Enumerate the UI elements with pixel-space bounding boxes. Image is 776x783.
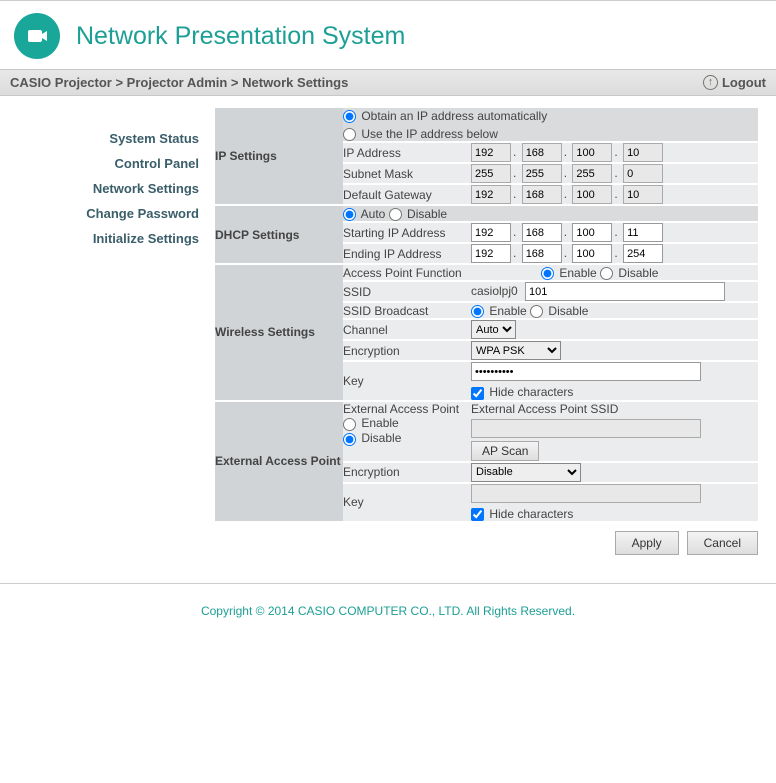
checkbox-ext-hide-chars[interactable]: Hide characters [471,507,573,521]
ip-d[interactable] [623,143,663,162]
dhcp-start-a[interactable] [471,223,511,242]
radio-ext-disable[interactable]: Disable [343,431,401,445]
subnet-c[interactable] [572,164,612,183]
radio-apf-disable[interactable]: Disable [600,266,658,280]
key-input[interactable] [471,362,701,381]
dhcp-end-d[interactable] [623,244,663,263]
ap-scan-button[interactable]: AP Scan [471,441,539,461]
ssid-input[interactable] [525,282,725,301]
sidebar: System Status Control Panel Network Sett… [0,96,215,571]
dhcp-start-d[interactable] [623,223,663,242]
gateway-b[interactable] [522,185,562,204]
label-ssid: SSID [343,281,471,302]
dhcp-end-c[interactable] [572,244,612,263]
dhcp-end-b[interactable] [522,244,562,263]
subnet-a[interactable] [471,164,511,183]
label-ap-function: Access Point Function [343,264,471,281]
radio-obtain-ip[interactable]: Obtain an IP address automatically [343,109,547,123]
dhcp-start-c[interactable] [572,223,612,242]
footer-copyright: Copyright © 2014 CASIO COMPUTER CO., LTD… [0,584,776,634]
section-ip-settings: IP Settings [215,108,343,205]
label-key: Key [343,361,471,400]
ext-ssid-input[interactable] [471,419,701,438]
label-ext-ssid: External Access Point SSID [471,402,618,416]
radio-dhcp-disable[interactable]: Disable [389,207,447,221]
sidebar-item-change-password[interactable]: Change Password [0,201,199,226]
apply-button[interactable]: Apply [615,531,679,555]
section-wireless: Wireless Settings [215,264,343,400]
label-channel: Channel [343,319,471,340]
header: Network Presentation System [0,1,776,69]
radio-ext-enable[interactable]: Enable [343,416,399,430]
dhcp-start-b[interactable] [522,223,562,242]
logout-label: Logout [722,75,766,90]
gateway-c[interactable] [572,185,612,204]
label-subnet: Subnet Mask [343,163,471,184]
label-ext-encryption: Encryption [343,462,471,483]
radio-apf-enable[interactable]: Enable [541,266,597,280]
logout-link[interactable]: ↑ Logout [703,75,766,90]
radio-dhcp-auto[interactable]: Auto [343,207,385,221]
breadcrumb: CASIO Projector > Projector Admin > Netw… [10,75,348,90]
cancel-button[interactable]: Cancel [687,531,758,555]
label-gateway: Default Gateway [343,184,471,205]
radio-broadcast-enable[interactable]: Enable [471,304,527,318]
label-ip-address: IP Address [343,142,471,163]
sidebar-item-initialize-settings[interactable]: Initialize Settings [0,226,199,251]
logo-icon [14,13,60,59]
channel-select[interactable]: Auto [471,320,516,339]
sidebar-item-system-status[interactable]: System Status [0,126,199,151]
gateway-a[interactable] [471,185,511,204]
ext-key-input[interactable] [471,484,701,503]
sidebar-item-control-panel[interactable]: Control Panel [0,151,199,176]
page-title: Network Presentation System [76,22,405,51]
checkbox-hide-chars[interactable]: Hide characters [471,385,573,399]
gateway-d[interactable] [623,185,663,204]
subnet-d[interactable] [623,164,663,183]
ext-encryption-select[interactable]: Disable [471,463,581,482]
section-dhcp: DHCP Settings [215,205,343,264]
label-dhcp-end: Ending IP Address [343,243,471,264]
ip-a[interactable] [471,143,511,162]
label-external-ap: External Access Point [343,402,459,416]
label-dhcp-start: Starting IP Address [343,222,471,243]
section-external-ap: External Access Point [215,401,343,522]
label-ssid-broadcast: SSID Broadcast [343,302,471,319]
ip-b[interactable] [522,143,562,162]
label-ext-key: Key [343,483,471,522]
main-panel: IP Settings Obtain an IP address automat… [215,96,776,571]
ip-c[interactable] [572,143,612,162]
logout-icon: ↑ [703,75,718,90]
dhcp-end-a[interactable] [471,244,511,263]
sidebar-item-network-settings[interactable]: Network Settings [0,176,199,201]
radio-use-ip-below[interactable]: Use the IP address below [343,127,498,141]
label-encryption: Encryption [343,340,471,361]
ssid-prefix: casiolpj0 [471,284,518,298]
radio-broadcast-disable[interactable]: Disable [530,304,588,318]
subnet-b[interactable] [522,164,562,183]
breadcrumb-bar: CASIO Projector > Projector Admin > Netw… [0,69,776,96]
encryption-select[interactable]: WPA PSK [471,341,561,360]
